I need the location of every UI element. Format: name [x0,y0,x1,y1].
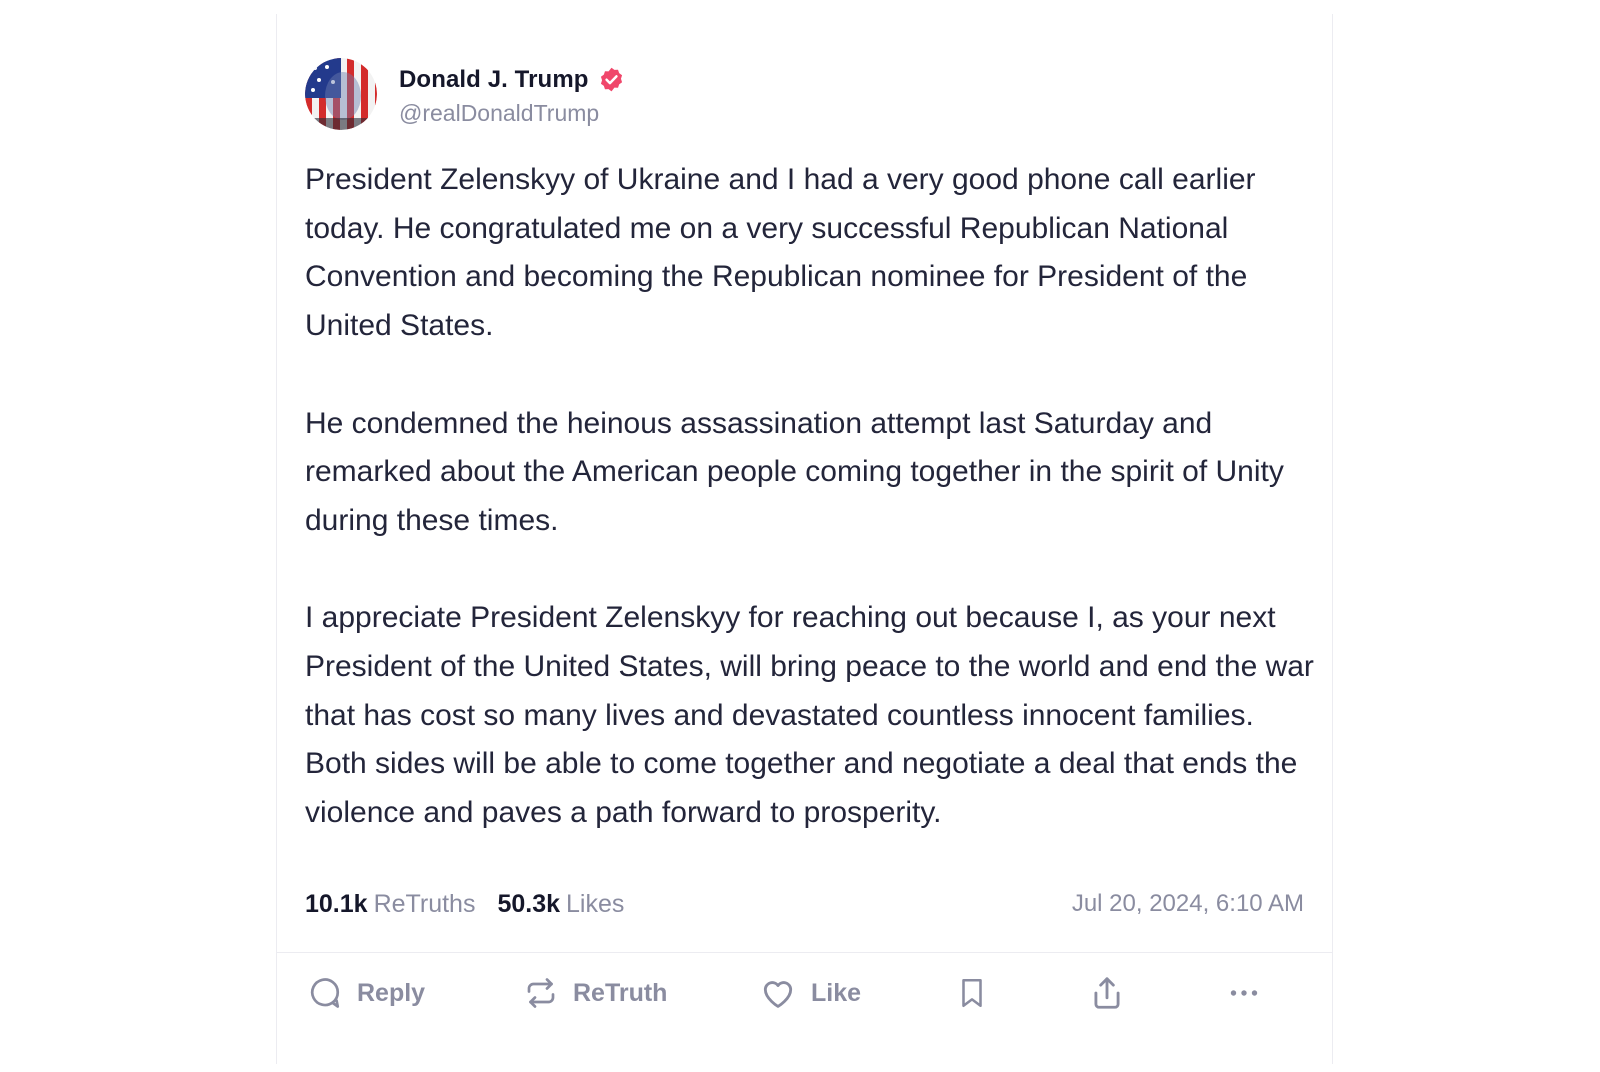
likes-count: 50.3k [497,889,561,918]
reply-icon [307,975,343,1011]
post-body: President Zelenskyy of Ukraine and I had… [305,156,1315,838]
retruth-icon [523,975,559,1011]
post-paragraph: I appreciate President Zelenskyy for rea… [305,601,1314,830]
retruth-button[interactable]: ReTruth [523,968,667,1018]
action-bar: Reply ReTruth Like [277,958,1332,1028]
avatar[interactable] [305,58,377,130]
like-button[interactable]: Like [759,968,861,1018]
heart-icon [759,974,797,1012]
author-handle[interactable]: @realDonaldTrump [399,100,625,127]
avatar-image [305,58,377,130]
reply-label: Reply [357,978,426,1007]
action-divider [277,952,1332,953]
reply-button[interactable]: Reply [307,968,425,1018]
bookmark-icon [955,974,989,1012]
more-options-button[interactable] [1226,968,1262,1018]
author-display-name[interactable]: Donald J. Trump [399,66,589,94]
name-row: Donald J. Trump [399,62,625,98]
share-button[interactable] [1088,968,1126,1018]
share-icon [1088,974,1126,1012]
bookmark-button[interactable] [955,968,989,1018]
retruths-label: ReTruths [373,889,476,918]
author-info: Donald J. Trump @realDonaldTrump [399,62,625,127]
retruths-stat[interactable]: 10.1k ReTruths [305,890,475,919]
more-icon [1226,975,1262,1011]
likes-label: Likes [566,889,625,918]
post-paragraph: He condemned the heinous assassination a… [305,406,1284,537]
retruth-label: ReTruth [573,978,668,1007]
truth-post-card: Donald J. Trump @realDonaldTrump Preside… [276,14,1333,1064]
post-timestamp[interactable]: Jul 20, 2024, 6:10 AM [1072,890,1304,918]
like-label: Like [811,978,862,1007]
post-header: Donald J. Trump @realDonaldTrump [305,56,625,132]
verified-badge-icon [598,66,625,93]
post-paragraph: President Zelenskyy of Ukraine and I had… [305,163,1256,343]
post-stats: 10.1k ReTruths 50.3k Likes Jul 20, 2024, 6… [305,886,1304,922]
likes-stat[interactable]: 50.3k Likes [497,890,624,919]
retruths-count: 10.1k [305,889,368,918]
